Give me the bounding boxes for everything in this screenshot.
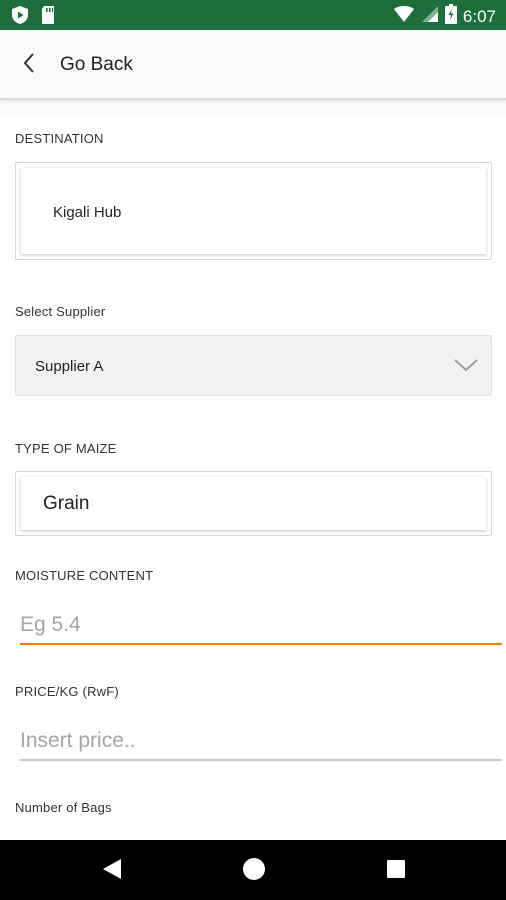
bags-label: Number of Bags [15, 800, 112, 815]
status-bar: 6:07 [0, 0, 506, 30]
destination-value: Kigali Hub [53, 204, 122, 221]
battery-icon [444, 4, 457, 29]
page-title: Go Back [60, 54, 133, 75]
sd-card-icon [40, 5, 56, 30]
play-protect-icon [10, 5, 30, 30]
price-input[interactable] [20, 722, 502, 760]
supplier-select[interactable]: Supplier A [15, 335, 492, 396]
chevron-left-icon [22, 52, 36, 79]
moisture-label: MOISTURE CONTENT [15, 568, 154, 583]
wifi-icon [393, 5, 415, 28]
price-underline [20, 759, 502, 761]
chevron-down-icon [453, 356, 479, 379]
system-nav-bar [0, 840, 506, 900]
moisture-underline [20, 643, 502, 645]
nav-home-button[interactable] [239, 856, 269, 886]
nav-back-button[interactable] [97, 856, 127, 886]
home-circle-icon [242, 857, 266, 886]
back-button[interactable] [14, 50, 44, 80]
app-bar: Go Back [0, 30, 506, 100]
status-time: 6:07 [462, 6, 496, 26]
maize-type-field[interactable]: Grain [15, 471, 492, 536]
nav-recents-button[interactable] [381, 856, 411, 886]
supplier-value: Supplier A [35, 358, 104, 375]
maize-type-label: TYPE OF MAIZE [15, 441, 117, 456]
back-triangle-icon [101, 857, 123, 886]
supplier-label: Select Supplier [15, 304, 106, 319]
price-label: PRICE/KG (RwF) [15, 684, 119, 699]
moisture-input[interactable] [20, 606, 502, 644]
destination-field[interactable]: Kigali Hub [15, 162, 492, 260]
signal-icon [421, 5, 439, 28]
recents-square-icon [385, 858, 407, 885]
destination-label: DESTINATION [15, 131, 104, 146]
maize-type-value: Grain [43, 493, 90, 514]
